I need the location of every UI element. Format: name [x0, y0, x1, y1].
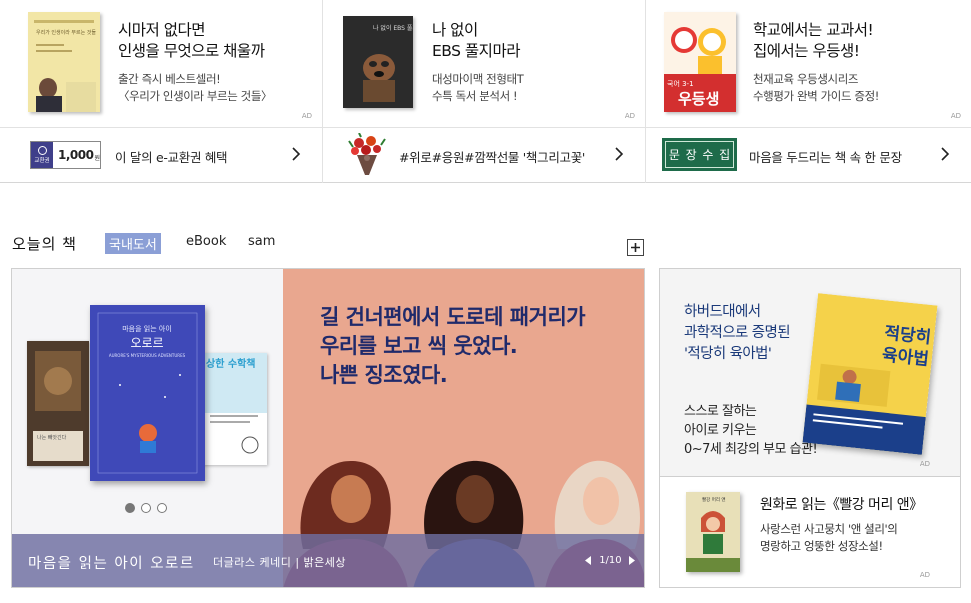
plus-icon	[631, 243, 640, 252]
ad-marker: AD	[624, 112, 635, 120]
side-ad-subtitle: 스스로 잘하는 아이로 키우는 0~7세 최강의 부모 습관!	[684, 404, 818, 457]
voucher-unit: 원	[94, 155, 100, 162]
tab-ebook[interactable]: eBook	[186, 234, 226, 249]
ad-banner-2[interactable]: 나 없이 EBS 풀지마라 나 없이 EBS 풀지마라 대성마이맥 전형태T 수…	[323, 0, 646, 128]
banner-author-publisher: 더글라스 케네디 | 밝은세상	[213, 556, 347, 569]
link-text: 이 달의 e-교환권 혜택	[115, 150, 228, 165]
cover-title-text: 오로르	[130, 336, 163, 350]
tab-domestic-books[interactable]: 국내도서	[105, 233, 161, 254]
stamp-char: 집	[719, 148, 731, 162]
carousel-dot[interactable]	[157, 503, 167, 513]
book-cover-right[interactable]: 상한 수학책	[202, 353, 267, 465]
ad-title[interactable]: 학교에서는 교과서! 집에서는 우등생!	[753, 20, 874, 62]
ad-subtitle: 대성마이맥 전형태T 수특 독서 분석서 !	[432, 72, 524, 103]
stamp-char: 장	[685, 148, 697, 162]
chevron-right-icon	[292, 147, 301, 161]
quick-link-row: 교환권 1,000 원 이 달의 e-교환권 혜택 #위로#응원#깜짝선물 '책…	[0, 128, 971, 183]
link-text: 마음을 두드리는 책 속 한 문장	[749, 150, 902, 165]
book-cover-art: 나 없이 EBS 풀지마라	[343, 16, 413, 108]
ad-banner-3[interactable]: 국어 3-1 우등생 학교에서는 교과서! 집에서는 우등생! 천재교육 우등생…	[646, 0, 971, 128]
ad-marker: AD	[950, 112, 961, 120]
side-ad-title[interactable]: 원화로 읽는《빨강 머리 앤》	[760, 494, 923, 514]
todays-book-banner[interactable]: 나는 빼앗긴다 상한 수학책 마음을 읽는 아이 오로르 AURORE'S MY…	[11, 268, 645, 588]
ad-title[interactable]: 나 없이 EBS 풀지마라	[432, 20, 520, 62]
voucher-circle-icon	[37, 146, 47, 155]
carousel-dot[interactable]	[141, 503, 151, 513]
book-cover-image[interactable]: 우리가 인생이라 부르는 것들	[28, 12, 100, 112]
cover-title-text: 나 없이 EBS 풀지마라	[373, 24, 413, 32]
carousel-dots	[125, 503, 167, 513]
top-ad-row: 우리가 인생이라 부르는 것들 시마저 없다면 인생을 무엇으로 채울까 출간 …	[0, 0, 971, 128]
ad-marker: AD	[301, 112, 312, 120]
link-book-flower[interactable]: #위로#응원#깜짝선물 '책그리고꽃'	[323, 128, 646, 183]
voucher-label: 교환권	[34, 158, 50, 164]
stamp-frame: 문 장 수 집	[665, 141, 734, 168]
side-ad-book-cover[interactable]: 적당히 육아법	[802, 293, 938, 455]
book-cover-art: 마음을 읽는 아이 오로르 AURORE'S MYSTERIOUS ADVENT…	[90, 305, 205, 481]
chevron-right-icon	[941, 147, 950, 161]
flower-bouquet-icon	[348, 133, 386, 175]
stamp-char: 수	[702, 148, 714, 162]
ad-title[interactable]: 시마저 없다면 인생을 무엇으로 채울까	[118, 20, 265, 62]
book-cover-art: 상한 수학책	[202, 353, 267, 465]
banner-pager: 1/10	[585, 555, 636, 566]
cover-text: 상한 수학책	[206, 357, 255, 370]
stamp-char: 문	[668, 148, 680, 162]
voucher-icon: 교환권	[31, 142, 53, 168]
side-ad-parenting[interactable]: 하버드대에서 과학적으로 증명된 '적당히 육아법' 스스로 잘하는 아이로 키…	[659, 268, 961, 477]
side-ad-book-cover[interactable]: 빨강 머리 앤	[686, 492, 740, 572]
cover-title-text: 우리가 인생이라 부르는 것들	[36, 29, 96, 36]
cover-sub-text: AURORE'S MYSTERIOUS ADVENTURES	[109, 353, 186, 358]
prev-arrow-icon[interactable]	[585, 555, 592, 565]
banner-book-title[interactable]: 마음을 읽는 아이 오로르	[28, 552, 195, 573]
chevron-right-icon	[615, 147, 624, 161]
side-ad-anne[interactable]: 빨강 머리 앤 원화로 읽는《빨강 머리 앤》 사랑스런 사고뭉치 '앤 셜리'…	[659, 477, 961, 588]
cover-top-text: 마음을 읽는 아이	[122, 324, 172, 333]
side-ad-title[interactable]: 하버드대에서 과학적으로 증명된 '적당히 육아법'	[684, 302, 791, 365]
section-title: 오늘의 책	[12, 235, 77, 253]
cover-grade-text: 국어 3-1	[667, 79, 694, 88]
book-cover-image[interactable]: 나 없이 EBS 풀지마라	[343, 16, 413, 108]
book-cover-image[interactable]: 국어 3-1 우등생	[664, 12, 736, 112]
book-cover-art: 국어 3-1 우등생	[664, 12, 736, 112]
cover-text: 나는 빼앗긴다	[37, 434, 67, 441]
book-cover-left[interactable]: 나는 빼앗긴다	[27, 341, 89, 466]
link-sentence-collection[interactable]: 문 장 수 집 마음을 두드리는 책 속 한 문장	[646, 128, 971, 183]
book-cover-art: 나는 빼앗긴다	[27, 341, 89, 466]
carousel-dot[interactable]	[125, 503, 135, 513]
next-arrow-icon[interactable]	[628, 555, 636, 565]
sentence-stamp: 문 장 수 집	[662, 138, 737, 171]
pager-count: 1/10	[599, 555, 622, 566]
cover-title-text: 우등생	[678, 90, 719, 108]
ad-subtitle: 천재교육 우등생시리즈 수행평가 완벽 가이드 증정!	[753, 72, 879, 103]
link-e-voucher[interactable]: 교환권 1,000 원 이 달의 e-교환권 혜택	[0, 128, 323, 183]
cover-title-text: 빨강 머리 앤	[702, 496, 726, 503]
ad-subtitle: 출간 즉시 베스트셀러! 〈우리가 인생이라 부르는 것들〉	[118, 72, 273, 103]
ad-banner-1[interactable]: 우리가 인생이라 부르는 것들 시마저 없다면 인생을 무엇으로 채울까 출간 …	[0, 0, 323, 128]
banner-caption-bar: 마음을 읽는 아이 오로르 더글라스 케네디 | 밝은세상 1/10	[12, 534, 644, 587]
link-text: #위로#응원#깜짝선물 '책그리고꽃'	[399, 150, 586, 165]
side-ad-subtitle: 사랑스런 사고뭉치 '앤 셜리'의 명랑하고 엉뚱한 성장소설!	[760, 522, 898, 553]
tab-sam[interactable]: sam	[248, 234, 275, 249]
ad-marker: AD	[919, 460, 930, 468]
book-cover-main[interactable]: 마음을 읽는 아이 오로르 AURORE'S MYSTERIOUS ADVENT…	[90, 305, 205, 481]
book-cover-art: 적당히 육아법	[802, 293, 938, 455]
more-button[interactable]	[627, 239, 644, 256]
ad-marker: AD	[919, 571, 930, 579]
voucher-amount: 1,000	[58, 148, 94, 162]
book-cover-art: 빨강 머리 앤	[686, 492, 740, 572]
book-cover-art: 우리가 인생이라 부르는 것들	[28, 12, 100, 112]
banner-quote: 길 건너편에서 도로테 패거리가 우리를 보고 씩 웃었다. 나쁜 징조였다.	[320, 305, 586, 387]
voucher-badge: 교환권 1,000 원	[30, 141, 101, 169]
